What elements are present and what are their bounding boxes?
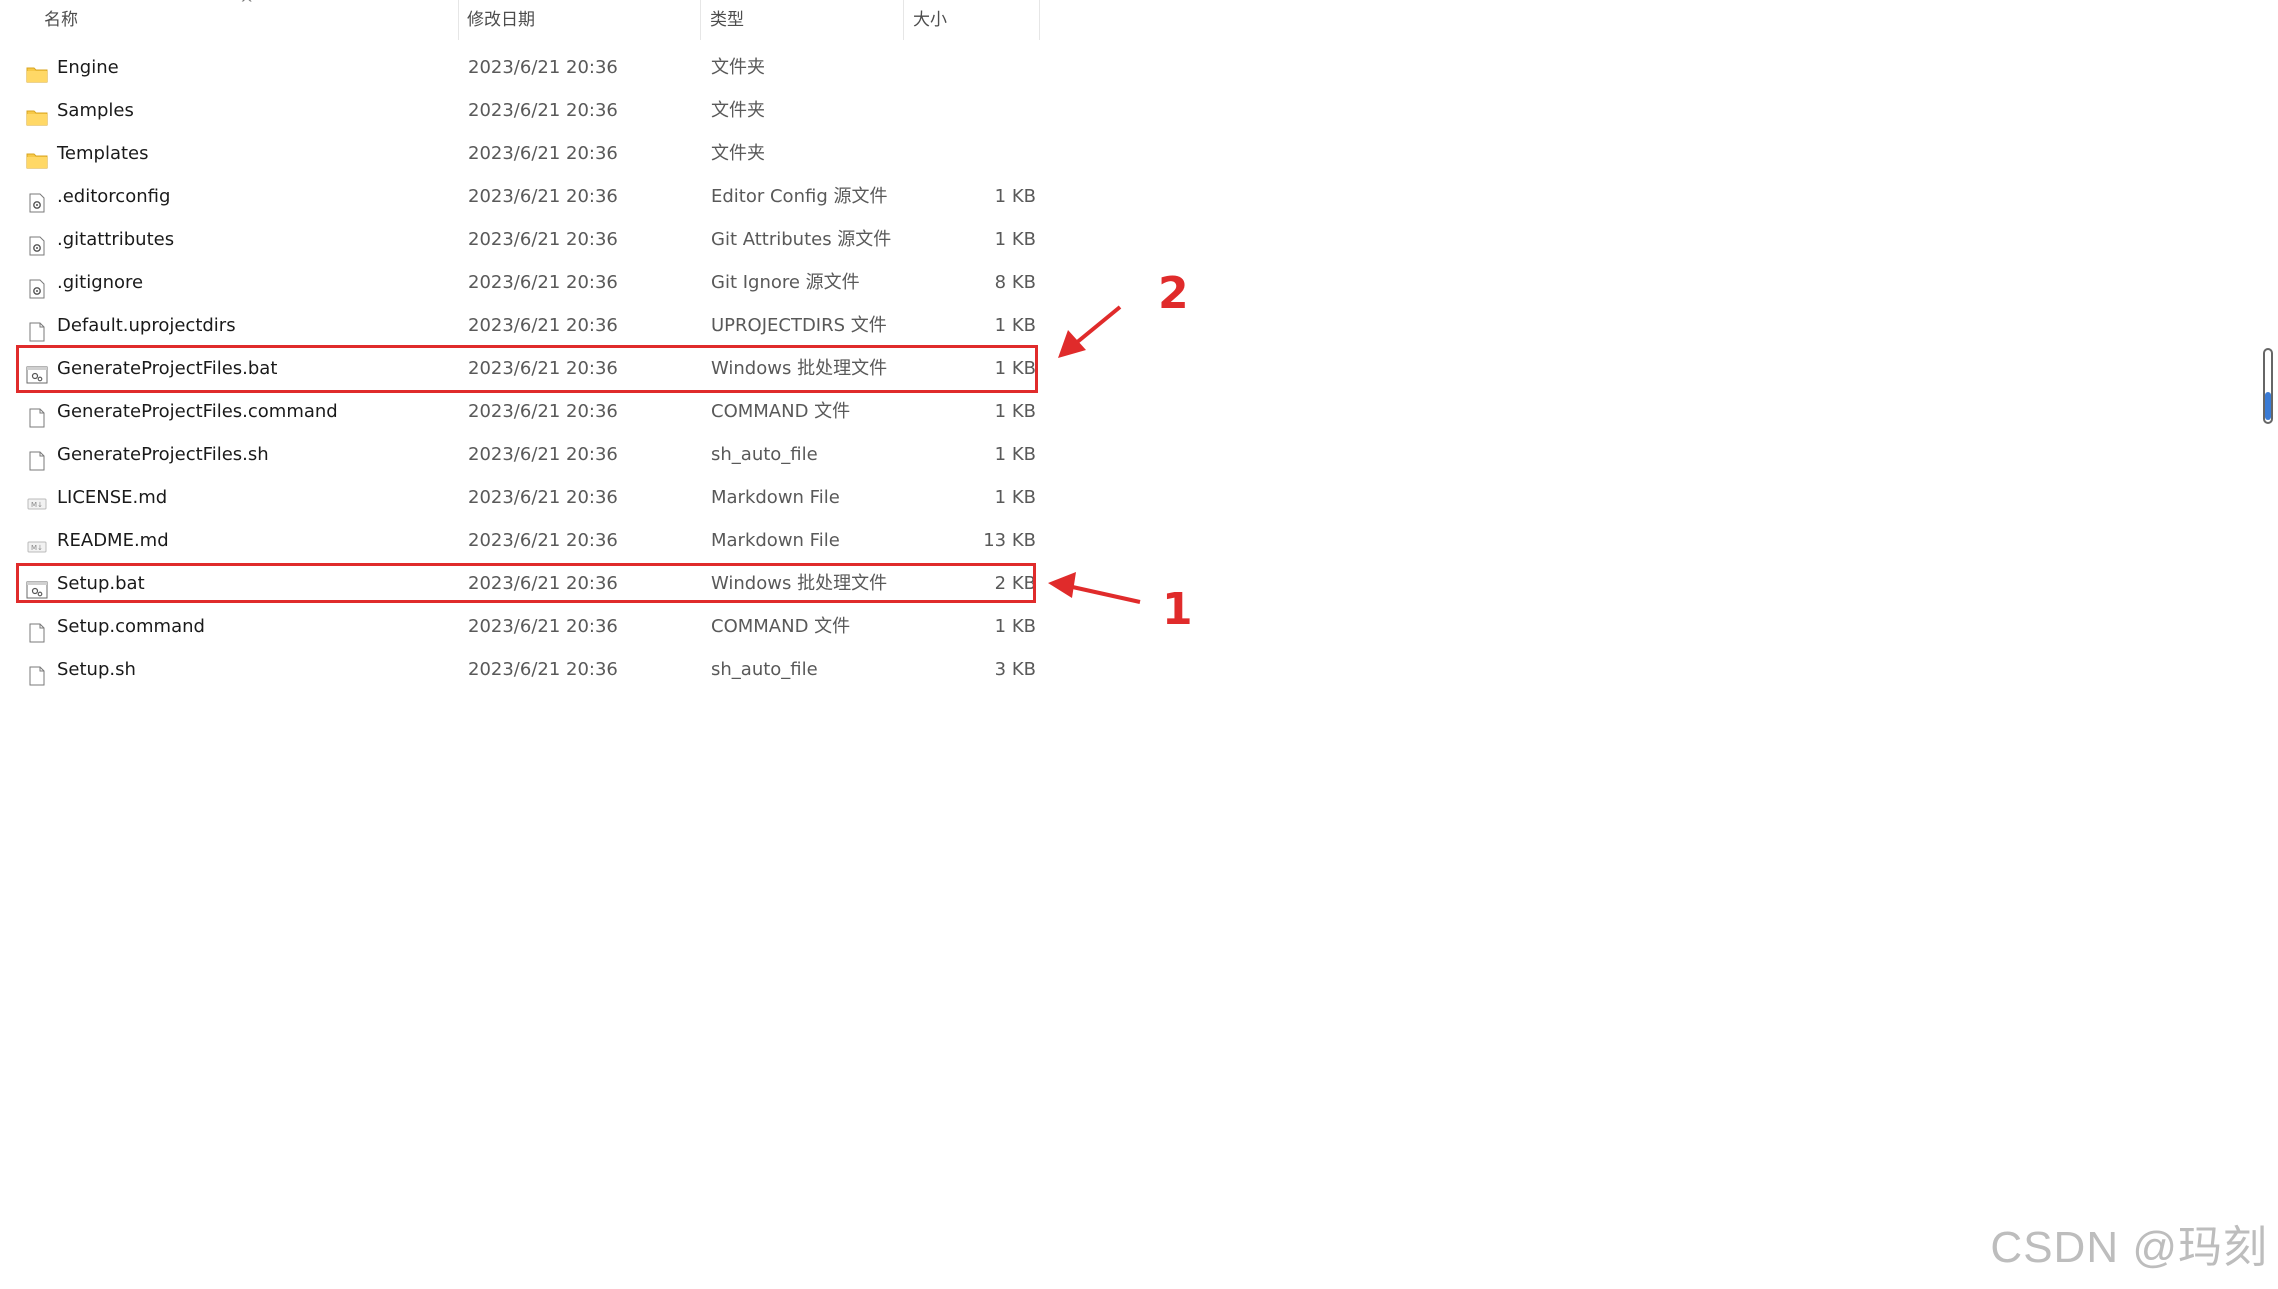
arrow-icon [1058, 305, 1122, 358]
arrow-icon [1048, 572, 1141, 604]
watermark: CSDN @玛刻 [1990, 1223, 2268, 1272]
annotation-arrows [1048, 305, 1141, 604]
annotation-label-2: 2 [1158, 268, 1189, 319]
annotation-label-1: 1 [1162, 584, 1193, 635]
scrollbar-indicator [2265, 392, 2271, 420]
